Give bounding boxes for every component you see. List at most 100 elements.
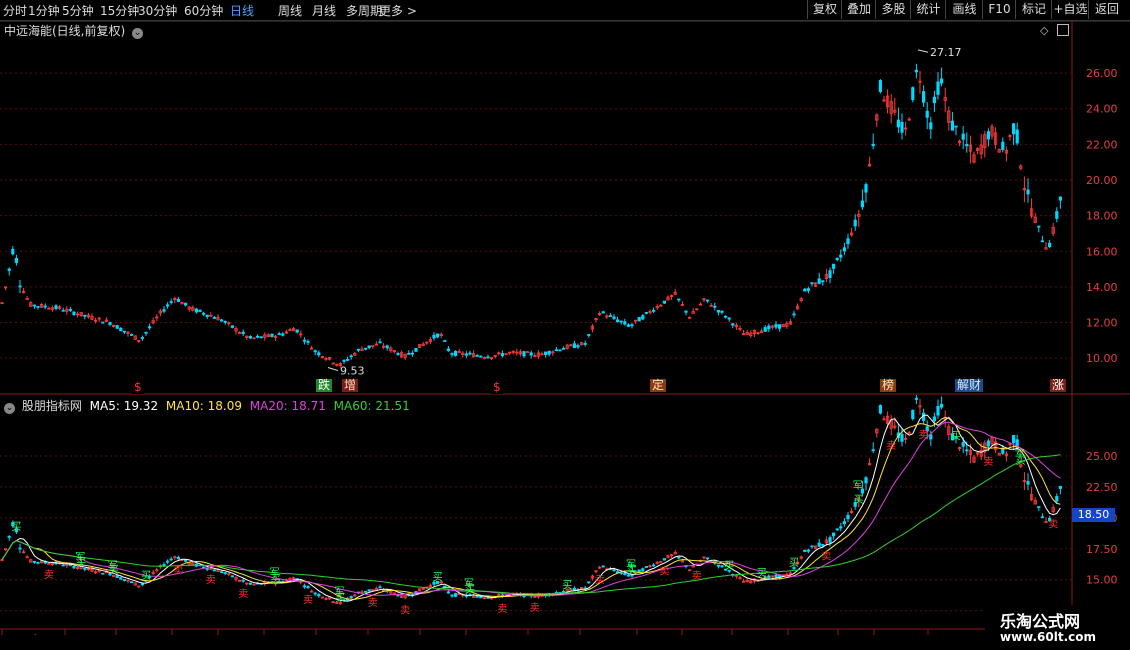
event-badge-2[interactable]: 增 [342, 379, 359, 392]
period-tab-3[interactable]: 15分钟 [100, 2, 139, 19]
toolbar-button-7[interactable]: +自选 [1051, 0, 1089, 19]
indicator-candle-body [846, 514, 850, 520]
high-price-label: 27.17 [930, 46, 962, 59]
candle-body [1048, 242, 1052, 248]
toolbar-button-6[interactable]: 标记 [1015, 0, 1052, 19]
x-axis-label: 3 [266, 633, 273, 635]
settings-circle-icon[interactable]: ⌄ [4, 403, 15, 414]
sell-signal: 卖 [530, 602, 540, 614]
candle-body [230, 325, 234, 328]
candle-body [169, 301, 173, 304]
toolbar-button-5[interactable]: F10 [982, 0, 1016, 19]
main-candlestick-chart[interactable]: 26.00 24.00 22.00 20.00 18.00 16.00 14.00 12.00… [0, 21, 1130, 395]
event-badge-3[interactable]: $ [491, 381, 503, 394]
indicator-candle-body [1040, 516, 1044, 519]
candle-body [500, 353, 505, 357]
candle-body [32, 304, 37, 307]
diamond-icon[interactable]: ◇ [1040, 24, 1048, 37]
candle-body [961, 133, 965, 140]
candle-body [914, 69, 919, 73]
sell-signal: 卖 [1048, 519, 1058, 531]
indicator-candle-body [662, 558, 667, 561]
candle-body [911, 87, 915, 101]
indicator-candle-body [317, 594, 321, 597]
candle-body [212, 317, 216, 319]
period-tab-5[interactable]: 60分钟 [184, 2, 223, 19]
period-tab-4[interactable]: 30分钟 [138, 2, 177, 19]
indicator-candle-body [864, 477, 868, 484]
army-signal: 军 [270, 567, 280, 579]
sell-signal: 卖 [919, 429, 929, 441]
indicator-candle-body [101, 572, 105, 575]
panel-toggle-icon[interactable] [1057, 24, 1069, 36]
x-axis-label: 7 [468, 633, 475, 635]
chevron-down-icon[interactable]: ⌄ [132, 28, 144, 39]
buy-signal: 买 [789, 557, 799, 569]
period-tab-7[interactable]: 周线 [278, 2, 302, 19]
candle-body [763, 327, 767, 332]
candle-body [83, 314, 87, 317]
candle-body [367, 345, 371, 349]
period-tab-10[interactable]: 更多 > [379, 2, 417, 19]
indicator-candle-body [806, 549, 811, 552]
stock-title-text: 中远海能(日线,前复权) [4, 24, 126, 38]
period-tab-0[interactable]: 分时 [3, 2, 27, 19]
toolbar-button-2[interactable]: 多股 [875, 0, 911, 19]
x-axis-label: 4 [930, 633, 937, 635]
candle-body [623, 321, 627, 325]
period-tab-2[interactable]: 5分钟 [62, 2, 94, 19]
toolbar-button-1[interactable]: 叠加 [841, 0, 876, 19]
period-tab-6[interactable]: 日线 [230, 2, 254, 19]
candle-body [727, 317, 731, 320]
indicator-candle-body [313, 592, 317, 595]
candle-body [601, 311, 605, 314]
candle-body [183, 302, 188, 306]
event-badge-7[interactable]: 涨 [1050, 379, 1067, 392]
indicator-candle-body [839, 526, 843, 529]
x-axis-label: 2024年 [4, 632, 43, 635]
event-badge-6[interactable]: 解财 [955, 379, 984, 392]
candle-body [295, 329, 299, 333]
main-y-tick: 20.00 [1086, 174, 1118, 187]
candle-body [522, 351, 526, 357]
indicator-candle-body [122, 579, 126, 581]
sell-signal: 卖 [400, 605, 410, 617]
x-axis-label: 5 [370, 633, 377, 635]
ma20-line [1, 421, 1061, 597]
period-tab-9[interactable]: 多周期 [346, 2, 382, 19]
toolbar-button-3[interactable]: 统计 [910, 0, 946, 19]
indicator-candle-body [176, 556, 180, 560]
indicator-candle-body [900, 434, 904, 442]
indicator-candle-body [562, 591, 566, 593]
event-badge-1[interactable]: 跌 [316, 379, 333, 392]
indicator-candle-body [363, 590, 368, 593]
x-axis-label: 10 [639, 633, 653, 635]
x-axis-label: 8 [530, 633, 537, 635]
candle-body [572, 343, 577, 349]
army-signal: 军 [626, 559, 636, 571]
candle-body [11, 248, 15, 255]
indicator-chart[interactable]: 25.0022.5020.0017.5015.0012.50买卖买军买军买卖卖卖… [0, 395, 1130, 635]
candle-body [396, 353, 400, 356]
event-badge-0[interactable]: $ [132, 381, 144, 394]
main-y-tick: 26.00 [1086, 67, 1118, 80]
period-tab-8[interactable]: 月线 [312, 2, 336, 19]
candle-body [101, 321, 105, 324]
candle-body [129, 334, 134, 336]
indicator-candle-body [803, 549, 807, 553]
candle-body [241, 331, 245, 335]
x-axis-label: 1 [174, 633, 181, 635]
candle-body [223, 320, 227, 323]
toolbar-button-8[interactable]: 返回 [1088, 0, 1125, 19]
toolbar-button-0[interactable]: 复权 [807, 0, 842, 19]
indicator-candle-body [349, 596, 353, 599]
candle-body [68, 309, 72, 311]
candle-body [464, 353, 469, 356]
event-badge-5[interactable]: 榜 [880, 379, 897, 392]
candle-body [165, 304, 170, 307]
indicator-candle-body [230, 575, 234, 578]
toolbar-button-4[interactable]: 画线 [945, 0, 983, 19]
event-badge-4[interactable]: 定 [650, 379, 667, 392]
indicator-candle-body [248, 582, 252, 585]
period-tab-1[interactable]: 1分钟 [28, 2, 60, 19]
